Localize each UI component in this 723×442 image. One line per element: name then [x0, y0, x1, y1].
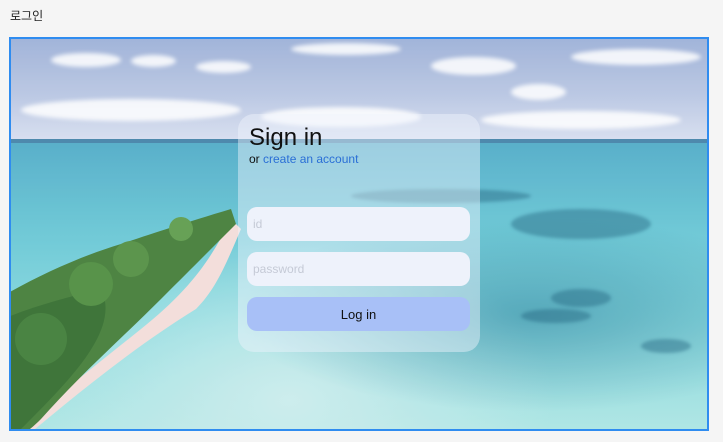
- password-input[interactable]: [247, 252, 470, 286]
- page-header: 로그인: [10, 9, 44, 23]
- login-card: Sign in or create an account Log in: [238, 114, 480, 352]
- login-frame: Sign in or create an account Log in: [9, 37, 709, 431]
- login-title: Sign in: [249, 124, 323, 151]
- id-input[interactable]: [247, 207, 470, 241]
- login-button[interactable]: Log in: [247, 297, 470, 331]
- login-subtitle: or create an account: [249, 152, 358, 166]
- create-account-link[interactable]: create an account: [263, 152, 358, 166]
- subtitle-prefix: or: [249, 152, 260, 166]
